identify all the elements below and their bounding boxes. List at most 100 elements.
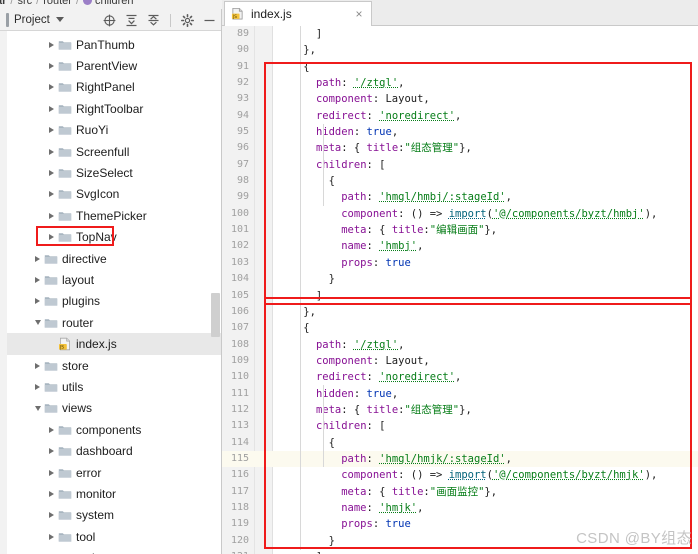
chevron-right-icon[interactable] bbox=[46, 189, 57, 200]
chevron-right-icon[interactable] bbox=[46, 61, 57, 72]
chevron-right-icon[interactable] bbox=[46, 146, 57, 157]
chevron-right-icon[interactable] bbox=[46, 531, 57, 542]
tree-item-themepicker[interactable]: ThemePicker bbox=[0, 205, 221, 226]
code-line[interactable]: 98 { bbox=[222, 173, 698, 189]
breadcrumb-item[interactable]: src bbox=[17, 0, 32, 8]
tree-item-components[interactable]: components bbox=[0, 419, 221, 440]
tree-item-rightpanel[interactable]: RightPanel bbox=[0, 77, 221, 98]
chevron-right-icon[interactable] bbox=[46, 103, 57, 114]
code-editor[interactable]: 89 ] 90 }, 91 {92 path: '/ztgl', 93 compone… bbox=[222, 26, 698, 554]
chevron-right-icon[interactable] bbox=[46, 446, 57, 457]
chevron-right-icon[interactable] bbox=[32, 253, 43, 264]
collapse-all-icon[interactable] bbox=[124, 13, 139, 28]
code-line[interactable]: 113 children: [ bbox=[222, 418, 698, 434]
tree-item-error[interactable]: error bbox=[0, 462, 221, 483]
expand-all-icon[interactable] bbox=[146, 13, 161, 28]
chevron-down-icon[interactable] bbox=[55, 17, 64, 22]
tree-item-directive[interactable]: directive bbox=[0, 248, 221, 269]
chevron-right-icon[interactable] bbox=[46, 39, 57, 50]
locate-icon[interactable] bbox=[102, 13, 117, 28]
code-line[interactable]: 111 hidden: true, bbox=[222, 386, 698, 402]
code-line[interactable]: 110 redirect: 'noredirect', bbox=[222, 369, 698, 385]
tree-item-index-js[interactable]: JS index.js bbox=[0, 333, 221, 355]
tree-item-layout[interactable]: layout bbox=[0, 269, 221, 290]
tree-item-views[interactable]: views bbox=[0, 398, 221, 419]
code-line[interactable]: 105 ] bbox=[222, 288, 698, 304]
code-line[interactable]: 117 meta: { title:"画面监控"}, bbox=[222, 484, 698, 500]
tree-item-svgicon[interactable]: SvgIcon bbox=[0, 184, 221, 205]
chevron-right-icon[interactable] bbox=[46, 467, 57, 478]
project-tree-scrollbar[interactable] bbox=[211, 31, 220, 554]
chevron-right-icon[interactable] bbox=[32, 296, 43, 307]
code-line[interactable]: 106 }, bbox=[222, 304, 698, 320]
chevron-right-icon[interactable] bbox=[32, 274, 43, 285]
project-panel-toolbar bbox=[102, 9, 217, 31]
code-line[interactable]: 91 { bbox=[222, 59, 698, 75]
chevron-right-icon[interactable] bbox=[32, 360, 43, 371]
scrollbar-thumb[interactable] bbox=[211, 293, 220, 337]
code-line[interactable]: 95 hidden: true, bbox=[222, 124, 698, 140]
tree-item-screenfull[interactable]: Screenfull bbox=[0, 141, 221, 162]
tree-item-panthumb[interactable]: PanThumb bbox=[0, 34, 221, 55]
code-line[interactable]: 115 path: 'hmgl/hmjk/:stageId', bbox=[222, 450, 698, 468]
tree-item-router[interactable]: router bbox=[0, 312, 221, 333]
code-line[interactable]: 99 path: 'hmgl/hmbj/:stageId', bbox=[222, 189, 698, 205]
code-line[interactable]: 121 ] bbox=[222, 549, 698, 554]
tree-item-monitor[interactable]: monitor bbox=[0, 483, 221, 504]
code-line[interactable]: 90 }, bbox=[222, 42, 698, 58]
tree-item-ruoyi[interactable]: RuoYi bbox=[0, 120, 221, 141]
code-line[interactable]: 104 } bbox=[222, 271, 698, 287]
code-line[interactable]: 107 { bbox=[222, 320, 698, 336]
code-line[interactable]: 89 ] bbox=[222, 26, 698, 42]
code-line[interactable]: 93 component: Layout, bbox=[222, 91, 698, 107]
tree-item-store[interactable]: store bbox=[0, 355, 221, 376]
chevron-right-icon[interactable] bbox=[32, 381, 43, 392]
code-line[interactable]: 103 props: true bbox=[222, 255, 698, 271]
code-line[interactable]: 94 redirect: 'noredirect', bbox=[222, 108, 698, 124]
chevron-right-icon[interactable] bbox=[46, 488, 57, 499]
chevron-right-icon[interactable] bbox=[46, 232, 57, 243]
breadcrumb-item[interactable]: router bbox=[43, 0, 72, 8]
chevron-right-icon[interactable] bbox=[46, 210, 57, 221]
code-lines[interactable]: 89 ] 90 }, 91 {92 path: '/ztgl', 93 compone… bbox=[222, 26, 698, 554]
gear-icon[interactable] bbox=[180, 13, 195, 28]
chevron-down-icon[interactable] bbox=[32, 403, 43, 414]
code-line[interactable]: 102 name: 'hmbj', bbox=[222, 238, 698, 254]
code-line[interactable]: 101 meta: { title:"编辑画面"}, bbox=[222, 222, 698, 238]
close-icon[interactable]: × bbox=[353, 8, 365, 20]
breadcrumb-item[interactable]: children bbox=[95, 0, 134, 8]
tree-item-sizeselect[interactable]: SizeSelect bbox=[0, 162, 221, 183]
code-line[interactable]: 118 name: 'hmjk', bbox=[222, 500, 698, 516]
chevron-right-icon[interactable] bbox=[46, 82, 57, 93]
code-line[interactable]: 116 component: () => import('@/component… bbox=[222, 467, 698, 483]
code-line[interactable]: 96 meta: { title:"组态管理"}, bbox=[222, 140, 698, 156]
code-line[interactable]: 100 component: () => import('@/component… bbox=[222, 206, 698, 222]
chevron-down-icon[interactable] bbox=[32, 317, 43, 328]
chevron-right-icon[interactable] bbox=[46, 125, 57, 136]
code-line[interactable]: 112 meta: { title:"组态管理"}, bbox=[222, 402, 698, 418]
breadcrumb-items[interactable]: ar/src/router/children bbox=[0, 0, 134, 8]
tree-item-utils[interactable]: utils bbox=[0, 376, 221, 397]
tree-item-parentview[interactable]: ParentView bbox=[0, 55, 221, 76]
project-file-tree[interactable]: PanThumb ParentView RightPanel RightToolbar… bbox=[0, 31, 221, 554]
breadcrumb-separator: / bbox=[10, 0, 14, 7]
chevron-right-icon[interactable] bbox=[46, 424, 57, 435]
editor-tab-index-js[interactable]: JS index.js × bbox=[224, 1, 372, 26]
code-line[interactable]: 108 path: '/ztgl', bbox=[222, 337, 698, 353]
tree-item-topnav[interactable]: TopNav bbox=[0, 227, 221, 248]
code-line[interactable]: 109 component: Layout, bbox=[222, 353, 698, 369]
chevron-right-icon[interactable] bbox=[46, 168, 57, 179]
line-number: 116 bbox=[230, 469, 249, 481]
chevron-right-icon[interactable] bbox=[46, 510, 57, 521]
code-line[interactable]: 97 children: [ bbox=[222, 157, 698, 173]
project-panel-title-group[interactable]: Project bbox=[0, 12, 64, 27]
tree-item-plugins[interactable]: plugins bbox=[0, 291, 221, 312]
tree-item-tool[interactable]: tool bbox=[0, 526, 221, 547]
tree-item-ztgl[interactable]: ztgl bbox=[0, 547, 221, 554]
tree-item-dashboard[interactable]: dashboard bbox=[0, 440, 221, 461]
tree-item-system[interactable]: system bbox=[0, 505, 221, 526]
tree-item-righttoolbar[interactable]: RightToolbar bbox=[0, 98, 221, 119]
code-line[interactable]: 92 path: '/ztgl', bbox=[222, 75, 698, 91]
minimize-icon[interactable] bbox=[202, 13, 217, 28]
code-line[interactable]: 114 { bbox=[222, 435, 698, 451]
